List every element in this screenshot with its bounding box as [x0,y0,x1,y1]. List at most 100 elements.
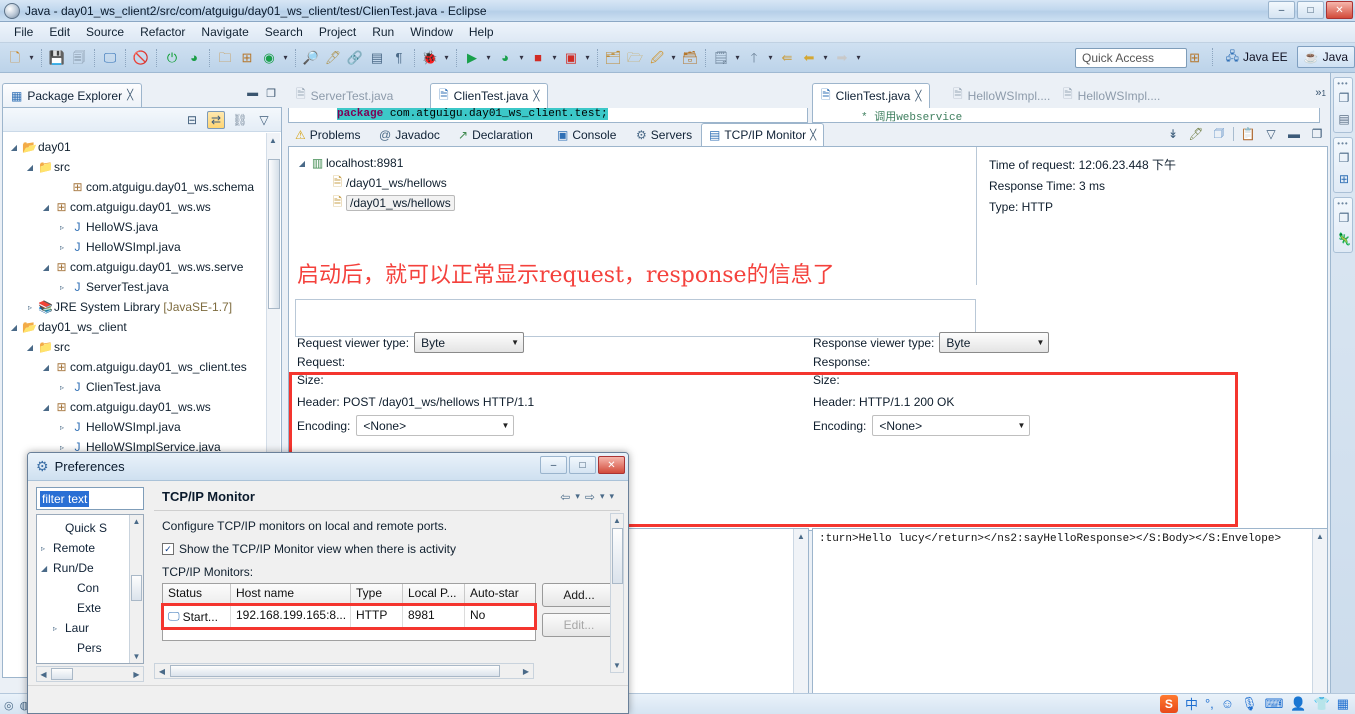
column-header-localport[interactable]: Local P... [403,584,465,605]
restore-view-icon[interactable]: ❐ [1334,88,1354,108]
menu-source[interactable]: Source [78,23,132,41]
twisty-expanded-icon[interactable]: ◢ [7,143,21,152]
response-encoding-select[interactable]: <None> ▼ [872,415,1031,436]
forward-dropdown-icon[interactable]: ▾ [853,53,864,62]
scroll-up-icon[interactable]: ▲ [267,133,279,147]
close-icon[interactable]: ╳ [127,90,133,101]
minimize-button[interactable]: – [1268,1,1295,19]
back-dropdown-icon[interactable]: ▾ [820,53,831,62]
tree-item-src[interactable]: ◢ 📁 src [7,337,281,357]
preferences-tree-item-exte[interactable]: Exte [37,598,143,618]
servers-view-icon[interactable]: ⊞ [1334,169,1354,189]
tab-servers[interactable]: ⚙ Servers [629,123,699,146]
tab-declaration[interactable]: ↗ Declaration [451,123,540,146]
tab-hellowsimpl-1[interactable]: 🗎 HelloWSImpl.... [945,83,1058,108]
new-icon[interactable]: 🗋 [5,48,25,68]
twisty-collapsed-icon[interactable]: ▹ [55,283,69,292]
view-menu-icon[interactable]: ▽ [255,111,273,129]
menu-navigate[interactable]: Navigate [193,23,256,41]
help-icon[interactable]: ◎ [4,699,14,712]
tree-item-com-atguigu-day01-ws-schema[interactable]: ⊞ com.atguigu.day01_ws.schema [7,177,281,197]
new-ejb-icon[interactable]: 🗃 [680,48,700,68]
preferences-page-vscrollbar[interactable]: ▲ ▼ [610,513,624,673]
scroll-down-icon[interactable]: ▼ [611,659,623,672]
show-whitespace-icon[interactable]: ¶ [389,48,409,68]
previous-annotation-icon[interactable]: 🗒 [711,48,731,68]
server-start-icon[interactable]: ⏻ [162,48,182,68]
scroll-left-icon[interactable]: ◀ [37,667,50,681]
run-external-dropdown-icon[interactable]: ▾ [516,53,527,62]
search-icon[interactable]: 🖊 [323,48,343,68]
menu-run[interactable]: Run [364,23,402,41]
preferences-tree-item-pers[interactable]: Pers [37,638,143,658]
twisty-collapsed-icon[interactable]: ▹ [23,303,37,312]
preferences-tree-scrollbar[interactable]: ▲ ▼ [129,515,143,663]
scroll-down-icon[interactable]: ▼ [130,650,143,663]
next-annotation-dropdown-icon[interactable]: ▾ [765,53,776,62]
table-row[interactable]: 🖵 Start... 192.168.199.165:8... HTTP 898… [161,603,537,630]
preferences-tree-item-con[interactable]: Con [37,578,143,598]
twisty-collapsed-icon[interactable]: ▹ [53,624,65,633]
editor-right-code[interactable]: * 调用webservice [812,108,1320,123]
response-body-viewer[interactable]: :turn>Hello lucy</return></ns2:sayHelloR… [812,528,1328,714]
view-menu-hierarchy-icon[interactable]: ⛓ [231,111,249,129]
monitor-tree-item[interactable]: 🗎/day01_ws/hellows [295,173,976,193]
tree-item-hellows-java[interactable]: ▹ J HelloWS.java [7,217,281,237]
ime-punctuation-icon[interactable]: °, [1205,696,1214,711]
link-editor-icon[interactable]: 🚫 [131,48,151,68]
last-edit-location-icon[interactable]: ⇚ [777,48,797,68]
debug-icon[interactable]: 🐞 [420,48,440,68]
new-type-dropdown-icon[interactable]: ▾ [280,53,291,62]
back-dropdown-icon[interactable]: ▾ [575,491,580,502]
preferences-tree-item-remote[interactable]: ▹ Remote [37,538,143,558]
scroll-thumb[interactable] [131,575,142,601]
scroll-thumb[interactable] [268,159,280,309]
preferences-tree[interactable]: Quick S▹Remote◢Run/DeConExte▹LaurPersStr… [36,514,144,664]
tree-item-day01[interactable]: ◢ 📂 day01 [7,137,281,157]
save-icon[interactable]: 💾 [47,48,67,68]
collapse-all-icon[interactable]: ⊟ [183,111,201,129]
maximize-button[interactable]: □ [1297,1,1324,19]
ime-skin-icon[interactable]: 👕 [1314,696,1330,712]
profile-dropdown-icon[interactable]: ▾ [582,53,593,62]
twisty-expanded-icon[interactable]: ◢ [7,323,21,332]
open-type-icon[interactable]: 🔎 [301,48,321,68]
scroll-up-icon[interactable]: ▲ [794,529,808,543]
forward-icon[interactable]: ⇨ [585,490,595,504]
column-header-hostname[interactable]: Host name [231,584,351,605]
twisty-expanded-icon[interactable]: ◢ [39,363,53,372]
ime-emoji-icon[interactable]: ☺ [1221,696,1234,711]
snippets-view-icon[interactable]: 🦎 [1334,229,1354,249]
column-header-type[interactable]: Type [351,584,403,605]
new-class-icon[interactable]: ⊞ [237,48,257,68]
new-dropdown-icon[interactable]: ▾ [26,53,37,62]
tab-hellowsimpl-2[interactable]: 🗎 HelloWSImpl.... [1055,83,1168,108]
twisty-collapsed-icon[interactable]: ▹ [55,443,69,452]
twisty-collapsed-icon[interactable]: ▹ [55,243,69,252]
stop-dropdown-icon[interactable]: ▾ [549,53,560,62]
tree-item-jre-system-library[interactable]: ▹ 📚 JRE System Library [JavaSE-1.7] [7,297,281,317]
ime-chinese-mode-icon[interactable]: 中 [1185,694,1198,713]
monitor-tree-item[interactable]: ◢ ▥ localhost:8981 [295,153,976,173]
save-all-icon[interactable]: 🗐 [69,48,89,68]
preferences-filter-input[interactable]: filter text [36,487,144,510]
maximize-view-icon[interactable]: ❐ [1308,125,1326,143]
perspective-java-ee[interactable]: 🖧 Java EE [1219,46,1295,68]
tab-problems[interactable]: ⚠ Problems [288,123,367,146]
column-header-status[interactable]: Status [163,584,231,605]
tab-package-explorer[interactable]: ▦ Package Explorer ╳ [2,83,143,107]
quick-access-input[interactable]: Quick Access [1075,48,1187,68]
new-web-project-icon[interactable]: 🗂 [603,48,623,68]
server-debug-icon[interactable]: ◕ [184,48,204,68]
annotation-nav-icon[interactable]: 🔗 [345,48,365,68]
twisty-collapsed-icon[interactable]: ▹ [41,544,53,553]
scroll-up-icon[interactable]: ▲ [1313,529,1327,543]
menu-help[interactable]: Help [461,23,502,41]
new-java-package-icon[interactable]: 🗀 [215,48,235,68]
scroll-left-icon[interactable]: ◀ [155,664,169,678]
preferences-minimize-button[interactable]: – [540,456,567,474]
twisty-expanded-icon[interactable]: ◢ [39,403,53,412]
ime-voice-icon[interactable]: 🎙 [1241,696,1258,712]
sogou-logo-icon[interactable]: S [1159,694,1178,713]
response-body-vscrollbar[interactable]: ▲ ▼ [1312,529,1327,714]
